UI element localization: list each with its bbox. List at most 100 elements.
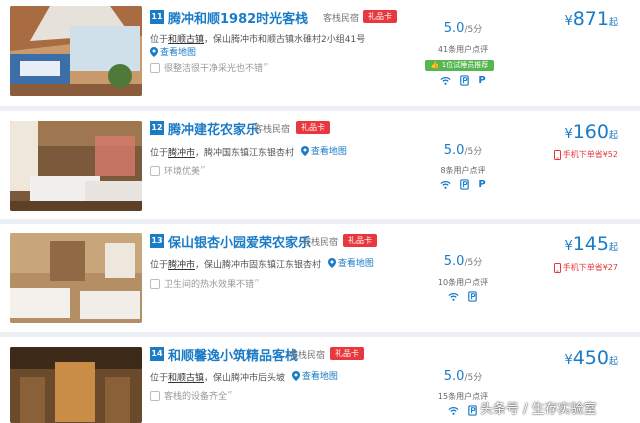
price[interactable]: ¥871起 — [564, 8, 618, 30]
price-value: 145 — [572, 233, 609, 255]
gift-card-badge[interactable]: 礼品卡 — [330, 347, 364, 360]
wifi-icon — [440, 181, 451, 189]
view-map-link[interactable]: 查看地图 — [300, 144, 347, 157]
price-suffix: 起 — [608, 243, 618, 253]
listing-index: 14 — [150, 347, 164, 361]
parking-p-icon: P — [478, 179, 486, 190]
area-link[interactable]: 和顺古镇 — [168, 35, 204, 45]
price[interactable]: ¥450起 — [564, 347, 618, 369]
score-unit: /5分 — [464, 25, 483, 35]
view-map-link[interactable]: 查看地图 — [150, 45, 196, 58]
comment-icon — [150, 278, 160, 289]
currency-symbol: ¥ — [564, 353, 573, 368]
mobile-discount: 手机下单省¥52 — [553, 149, 618, 160]
rating-score: 5.0/5分 — [423, 143, 503, 158]
mobile-discount-label: 手机下单省¥52 — [562, 150, 618, 159]
price[interactable]: ¥145起 — [564, 233, 618, 255]
review-text: 卫生间的热水效果不错 — [164, 280, 255, 290]
review-text: 客栈的设备齐全 — [164, 392, 228, 402]
score-value: 5.0 — [443, 254, 465, 269]
hotel-photo-image — [10, 6, 142, 96]
hotel-list: 11 腾冲和顺1982时光客栈 客栈民宿 礼品卡 位于和顺古镇，保山腾冲市和顺古… — [0, 0, 640, 423]
view-map-link[interactable]: 查看地图 — [291, 369, 338, 382]
area-link[interactable]: 和顺古镇 — [168, 374, 204, 384]
hotel-photo[interactable] — [10, 6, 142, 96]
review-quote: 很整洁很干净采光也不错” — [150, 61, 269, 74]
address-text: ，保山腾冲市和顺古镇水碓村2小组41号 — [204, 35, 366, 45]
quote-mark-icon: ” — [200, 164, 206, 177]
wifi-icon — [440, 77, 451, 85]
rating-score: 5.0/5分 — [423, 369, 503, 384]
parking-p-icon: P — [478, 75, 486, 86]
address-text: ，腾冲国东镇江东银杏村 — [195, 148, 295, 159]
hotel-photo-image — [10, 347, 142, 423]
comment-icon — [150, 165, 160, 176]
hotel-type: 客栈民宿 — [289, 351, 326, 361]
address-prefix: 位于 — [150, 35, 169, 45]
gift-card-badge[interactable]: 礼品卡 — [363, 10, 397, 23]
price-value: 450 — [572, 347, 609, 369]
hotel-name[interactable]: 腾冲建花农家乐 — [168, 119, 259, 138]
hotel-name[interactable]: 腾冲和顺1982时光客栈 — [168, 8, 308, 27]
view-map-link[interactable]: 查看地图 — [327, 256, 374, 269]
hotel-type: 客栈民宿 — [302, 238, 339, 248]
hotel-address: 位于腾冲市，腾冲国东镇江东银杏村 查看地图 — [150, 144, 347, 159]
hotel-row[interactable]: 11 腾冲和顺1982时光客栈 客栈民宿 礼品卡 位于和顺古镇，保山腾冲市和顺古… — [0, 0, 640, 112]
hotel-photo[interactable] — [10, 347, 142, 423]
price-value: 160 — [572, 121, 609, 143]
score-unit: /5分 — [464, 147, 483, 157]
hotel-name[interactable]: 和顺馨逸小筑精品客栈 — [168, 345, 298, 364]
currency-symbol: ¥ — [564, 14, 573, 29]
map-pin-icon — [300, 145, 309, 156]
amenities: P — [423, 179, 503, 190]
price-suffix: 起 — [608, 357, 618, 367]
hotel-photo-image — [10, 121, 142, 211]
address-text: ，保山腾冲市固东镇江东银杏村 — [195, 260, 322, 271]
hotel-row[interactable]: 13 保山银杏小园爱荣农家乐 客栈民宿 礼品卡 位于腾冲市，保山腾冲市固东镇江东… — [0, 224, 640, 336]
quote-mark-icon: ” — [263, 61, 269, 74]
view-map-label: 查看地图 — [301, 372, 338, 382]
hotel-address: 位于和顺古镇，保山腾冲市和顺古镇水碓村2小组41号 — [150, 32, 365, 45]
rating-score: 5.0/5分 — [423, 254, 503, 269]
gift-card-badge[interactable]: 礼品卡 — [343, 234, 377, 247]
quote-mark-icon: ” — [254, 277, 260, 290]
hotel-photo[interactable] — [10, 121, 142, 211]
thumbs-up-icon: 👍 — [430, 61, 440, 69]
review-quote: 客栈的设备齐全” — [150, 389, 233, 402]
comment-icon — [150, 390, 160, 401]
review-quote: 卫生间的热水效果不错” — [150, 277, 260, 290]
amenities — [423, 291, 503, 302]
review-count[interactable]: 41条用户点评 — [423, 44, 503, 55]
address-prefix: 位于 — [150, 260, 169, 271]
quote-mark-icon: ” — [227, 389, 233, 402]
hotel-type: 客栈民宿 — [254, 125, 291, 135]
price-suffix: 起 — [608, 18, 618, 28]
price[interactable]: ¥160起 — [564, 121, 618, 143]
amenities: P — [423, 75, 503, 86]
mobile-discount-label: 手机下单省¥27 — [562, 263, 618, 272]
review-count[interactable]: 8条用户点评 — [423, 165, 503, 176]
watermark: 头条号 / 生存实验室 — [480, 402, 597, 417]
area-link[interactable]: 腾冲市 — [168, 149, 195, 159]
hotel-row[interactable]: 12 腾冲建花农家乐 客栈民宿 礼品卡 位于腾冲市，腾冲国东镇江东银杏村 查看地… — [0, 111, 640, 223]
comment-icon — [150, 62, 160, 73]
recommend-badge: 👍 1位试睡员推荐 — [425, 60, 494, 71]
hotel-type: 客栈民宿 — [323, 14, 360, 24]
review-quote: 环境优美” — [150, 164, 206, 177]
wifi-icon — [448, 293, 459, 301]
hotel-photo[interactable] — [10, 233, 142, 323]
parking-icon — [468, 291, 477, 302]
view-map-label: 查看地图 — [310, 147, 347, 157]
map-pin-icon — [150, 46, 158, 57]
view-map-label: 查看地图 — [337, 259, 374, 269]
area-link[interactable]: 腾冲市 — [168, 261, 195, 271]
review-count[interactable]: 10条用户点评 — [423, 277, 503, 288]
score-value: 5.0 — [443, 21, 465, 36]
phone-icon — [553, 149, 561, 160]
wifi-icon — [448, 407, 459, 415]
gift-card-badge[interactable]: 礼品卡 — [296, 121, 330, 134]
price-suffix: 起 — [608, 131, 618, 141]
rating-score: 5.0/5分 — [423, 21, 503, 36]
hotel-name[interactable]: 保山银杏小园爱荣农家乐 — [168, 232, 311, 251]
address-prefix: 位于 — [150, 148, 169, 159]
